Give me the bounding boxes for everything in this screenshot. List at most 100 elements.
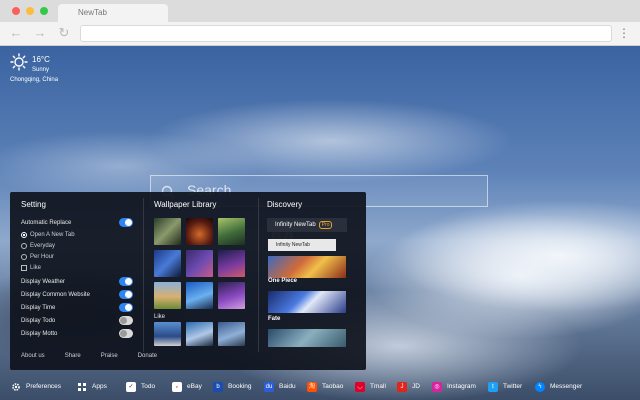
shortcut-label: Todo	[141, 383, 156, 390]
wallpaper-thumbnail[interactable]	[218, 282, 245, 309]
display-weather-toggle[interactable]	[119, 277, 133, 286]
discovery-caption-fate: Fate	[268, 316, 281, 322]
radio-selected-icon	[21, 232, 27, 238]
shortcut-label: Twitter	[503, 383, 523, 390]
instagram-icon: ◎	[432, 382, 442, 392]
display-weather-row: Display Weather	[21, 276, 133, 288]
discovery-image[interactable]	[268, 329, 346, 347]
infinity-newtab-promo[interactable]: Infinity NewTab Pro	[267, 218, 347, 232]
liked-wallpapers-label: Like	[154, 314, 166, 320]
baidu-icon: du	[264, 382, 274, 392]
setting-title: Setting	[21, 200, 46, 209]
wallpaper-thumbnail[interactable]	[154, 250, 181, 277]
discovery-title: Discovery	[267, 200, 303, 209]
discovery-image-fate[interactable]	[268, 291, 346, 313]
like-checkbox-row[interactable]: Like	[21, 263, 41, 273]
discovery-image-one-piece[interactable]	[268, 256, 346, 278]
discovery-caption-one-piece: One Piece	[268, 278, 298, 284]
promo-subtitle: Infinity NewTab	[268, 239, 336, 251]
browser-tab[interactable]: NewTab	[58, 4, 168, 22]
wallpaper-thumbnail[interactable]	[154, 282, 181, 309]
replace-option-per-hour[interactable]: Per Hour	[21, 252, 54, 262]
column-divider	[143, 198, 144, 352]
booking-icon: b	[213, 382, 223, 392]
column-divider	[258, 198, 259, 352]
shortcut-label: Tmall	[370, 383, 386, 390]
wallpaper-thumbnail[interactable]	[218, 322, 245, 346]
shortcut-label: Messenger	[550, 383, 583, 390]
display-time-label: Display Time	[21, 305, 56, 311]
automatic-replace-toggle[interactable]	[119, 218, 133, 227]
display-motto-label: Display Motto	[21, 331, 58, 337]
minimize-window-button[interactable]	[26, 7, 34, 15]
radio-icon	[21, 254, 27, 260]
messenger-icon: ϟ	[535, 382, 545, 392]
toggle-knob	[125, 219, 132, 226]
wallpaper-thumbnail[interactable]	[186, 250, 213, 277]
donate-link[interactable]: Donate	[138, 353, 157, 359]
back-arrow-icon[interactable]: ←	[8, 25, 24, 41]
display-time-row: Display Time	[21, 302, 133, 314]
wallpaper-thumbnail[interactable]	[186, 322, 213, 346]
wallpaper-thumbnail[interactable]	[218, 218, 245, 245]
ebay-icon: e	[172, 382, 182, 392]
shortcut-label: Instagram	[447, 383, 476, 390]
pro-badge: Pro	[318, 221, 333, 229]
shortcut-label: Booking	[228, 383, 252, 390]
about-us-link[interactable]: About us	[21, 353, 45, 359]
display-motto-toggle[interactable]	[119, 329, 133, 338]
replace-option-new-tab[interactable]: Open A New Tab	[21, 230, 75, 240]
preferences-label: Preferences	[26, 383, 62, 390]
toggle-knob	[120, 317, 127, 324]
panel-footer-links: About us Share Praise Donate	[21, 353, 157, 359]
replace-option-label: Everyday	[30, 243, 56, 249]
wallpaper-thumbnail[interactable]	[154, 322, 181, 346]
display-todo-row: Display Todo	[21, 315, 133, 327]
gear-icon	[12, 383, 20, 391]
tmall-icon: ◡	[355, 382, 365, 392]
apps-grid-icon	[78, 383, 86, 391]
display-motto-row: Display Motto	[21, 328, 133, 340]
browser-menu-icon[interactable]: ⋮	[618, 25, 630, 41]
reload-icon[interactable]: ↻	[56, 25, 72, 41]
promo-title: Infinity NewTab	[275, 222, 316, 228]
wallpaper-thumbnail[interactable]	[154, 218, 181, 245]
tab-strip: NewTab	[0, 0, 640, 22]
weather-widget[interactable]: 16°C Sunny Chongqing, China	[10, 53, 70, 87]
display-common-website-toggle[interactable]	[119, 290, 133, 299]
bottom-shortcut-bar: Preferences Apps ✓ Todo e eBay b Booking…	[0, 374, 640, 400]
display-time-toggle[interactable]	[119, 303, 133, 312]
like-checkbox-label: Like	[30, 265, 42, 271]
display-common-website-label: Display Common Website	[21, 292, 90, 298]
weather-temperature: 16°C	[32, 55, 50, 64]
automatic-replace-row: Automatic Replace	[21, 217, 133, 229]
todo-check-icon: ✓	[126, 382, 136, 392]
wallpaper-thumbnail[interactable]	[218, 250, 245, 277]
weather-condition: Sunny	[32, 67, 50, 73]
toggle-knob	[125, 304, 132, 311]
display-todo-toggle[interactable]	[119, 316, 133, 325]
replace-option-everyday[interactable]: Everyday	[21, 241, 55, 251]
wallpaper-thumbnail[interactable]	[186, 282, 213, 309]
twitter-icon: t	[488, 382, 498, 392]
wallpaper-library-title: Wallpaper Library	[154, 200, 217, 209]
sun-icon	[10, 53, 28, 71]
display-weather-label: Display Weather	[21, 279, 65, 285]
browser-toolbar: ← → ↻ ⋮	[0, 22, 640, 46]
forward-arrow-icon[interactable]: →	[32, 25, 48, 41]
radio-icon	[21, 243, 27, 249]
automatic-replace-label: Automatic Replace	[21, 220, 72, 226]
wallpaper-thumbnail[interactable]	[186, 218, 213, 245]
toggle-knob	[125, 291, 132, 298]
share-link[interactable]: Share	[65, 353, 81, 359]
display-todo-label: Display Todo	[21, 318, 56, 324]
address-bar[interactable]	[80, 25, 612, 42]
apps-label: Apps	[92, 383, 107, 390]
taobao-icon: 淘	[307, 382, 317, 392]
jd-icon: J	[397, 382, 407, 392]
praise-link[interactable]: Praise	[101, 353, 118, 359]
toggle-knob	[125, 278, 132, 285]
maximize-window-button[interactable]	[40, 7, 48, 15]
close-window-button[interactable]	[12, 7, 20, 15]
shortcut-label: eBay	[187, 383, 202, 390]
